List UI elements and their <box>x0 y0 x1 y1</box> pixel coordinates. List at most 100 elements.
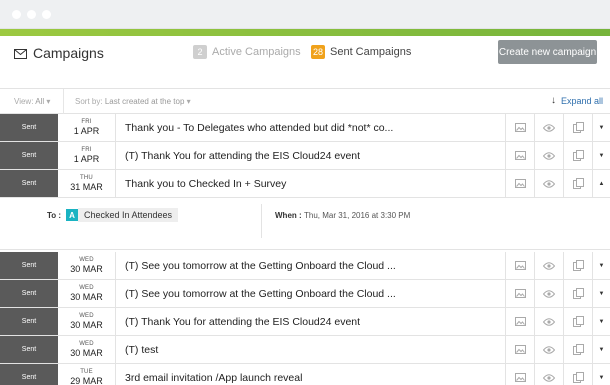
campaign-row[interactable]: Sent FRI 1 APR (T) Thank You for attendi… <box>0 142 610 170</box>
status-badge: Sent <box>0 170 58 197</box>
eye-icon <box>543 345 555 354</box>
view-button[interactable] <box>534 142 563 169</box>
day-month: 31 MAR <box>70 182 103 192</box>
view-button[interactable] <box>534 336 563 363</box>
day-of-week: WED <box>79 257 94 263</box>
campaign-name[interactable]: Thank you to Checked In + Survey <box>125 178 286 190</box>
preview-image-button[interactable] <box>505 170 534 197</box>
day-of-week: WED <box>79 341 94 347</box>
view-button[interactable] <box>534 308 563 335</box>
duplicate-button[interactable] <box>563 336 592 363</box>
sent-campaigns-tab[interactable]: 28 Sent Campaigns <box>311 45 411 59</box>
campaign-row[interactable]: Sent WED 30 MAR (T) Thank You for attend… <box>0 308 610 336</box>
view-button[interactable] <box>534 252 563 279</box>
copy-icon <box>572 178 584 189</box>
view-filter-prefix: View: <box>14 97 34 106</box>
campaign-detail-panel: To : A Checked In Attendees When : Thu, … <box>0 198 610 250</box>
campaign-date: WED 30 MAR <box>58 308 116 335</box>
create-campaign-button[interactable]: Create new campaign <box>498 40 597 64</box>
duplicate-button[interactable] <box>563 252 592 279</box>
campaign-row[interactable]: Sent FRI 1 APR Thank you - To Delegates … <box>0 114 610 142</box>
day-of-week: TUE <box>80 369 93 375</box>
preview-image-button[interactable] <box>505 252 534 279</box>
active-campaigns-label: Active Campaigns <box>212 46 301 58</box>
preview-image-button[interactable] <box>505 308 534 335</box>
duplicate-button[interactable] <box>563 142 592 169</box>
duplicate-button[interactable] <box>563 170 592 197</box>
campaign-name[interactable]: 3rd email invitation /App launch reveal <box>125 372 302 384</box>
day-month: 30 MAR <box>70 264 103 274</box>
campaign-date: THU 31 MAR <box>58 170 116 197</box>
duplicate-button[interactable] <box>563 308 592 335</box>
chevron-down-icon[interactable]: ▼ <box>592 308 610 335</box>
status-badge: Sent <box>0 280 58 307</box>
campaign-name[interactable]: (T) See you tomorrow at the Getting Onbo… <box>125 288 396 300</box>
campaign-row[interactable]: Sent WED 30 MAR (T) See you tomorrow at … <box>0 252 610 280</box>
campaign-name[interactable]: (T) Thank You for attending the EIS Clou… <box>125 150 360 162</box>
status-badge: Sent <box>0 142 58 169</box>
active-campaigns-tab[interactable]: 2 Active Campaigns <box>193 45 301 59</box>
campaign-row[interactable]: Sent WED 30 MAR (T) See you tomorrow at … <box>0 280 610 308</box>
view-button[interactable] <box>534 114 563 141</box>
chevron-down-icon[interactable]: ▼ <box>592 280 610 307</box>
day-month: 30 MAR <box>70 292 103 302</box>
window-close-dot[interactable] <box>12 10 21 19</box>
copy-icon <box>572 150 584 161</box>
expand-all-link[interactable]: ↓ Expand all <box>551 95 603 106</box>
when-value: Thu, Mar 31, 2016 at 3:30 PM <box>304 211 411 220</box>
campaign-date: TUE 29 MAR <box>58 364 116 385</box>
day-month: 30 MAR <box>70 320 103 330</box>
window-maximize-dot[interactable] <box>42 10 51 19</box>
preview-image-button[interactable] <box>505 364 534 385</box>
chevron-down-icon: ▾ <box>186 97 191 106</box>
sort-dropdown[interactable]: Sort by: Last created at the top ▾ <box>75 97 191 106</box>
view-button[interactable] <box>534 364 563 385</box>
day-month: 30 MAR <box>70 348 103 358</box>
chevron-down-icon[interactable]: ▼ <box>592 114 610 141</box>
preview-image-button[interactable] <box>505 142 534 169</box>
preview-image-button[interactable] <box>505 280 534 307</box>
recipient-list-badge: A <box>66 209 78 221</box>
preview-image-button[interactable] <box>505 336 534 363</box>
campaign-date: WED 30 MAR <box>58 280 116 307</box>
chevron-down-icon: ▾ <box>46 97 51 106</box>
day-month: 29 MAR <box>70 376 103 385</box>
chevron-up-icon[interactable]: ▲ <box>592 170 610 197</box>
sent-count-badge: 28 <box>311 45 325 59</box>
campaign-date: FRI 1 APR <box>58 114 116 141</box>
chevron-down-icon[interactable]: ▼ <box>592 142 610 169</box>
campaign-name[interactable]: Thank you - To Delegates who attended bu… <box>125 122 393 134</box>
status-badge: Sent <box>0 336 58 363</box>
duplicate-button[interactable] <box>563 280 592 307</box>
campaign-row[interactable]: Sent TUE 29 MAR 3rd email invitation /Ap… <box>0 364 610 385</box>
view-button[interactable] <box>534 170 563 197</box>
campaign-name[interactable]: (T) Thank You for attending the EIS Clou… <box>125 316 360 328</box>
day-of-week: WED <box>79 285 94 291</box>
page-header: Campaigns 2 Active Campaigns 28 Sent Cam… <box>0 36 610 89</box>
duplicate-button[interactable] <box>563 114 592 141</box>
copy-icon <box>572 288 584 299</box>
copy-icon <box>572 122 584 133</box>
chevron-down-icon[interactable]: ▼ <box>592 364 610 385</box>
campaign-date: WED 30 MAR <box>58 336 116 363</box>
preview-image-button[interactable] <box>505 114 534 141</box>
chevron-down-icon[interactable]: ▼ <box>592 252 610 279</box>
campaign-row-expanded[interactable]: Sent THU 31 MAR Thank you to Checked In … <box>0 170 610 198</box>
duplicate-button[interactable] <box>563 364 592 385</box>
status-badge: Sent <box>0 308 58 335</box>
chevron-down-icon[interactable]: ▼ <box>592 336 610 363</box>
image-icon <box>514 289 526 298</box>
sort-value: Last created at the top <box>104 97 185 106</box>
recipient-list-name[interactable]: Checked In Attendees <box>78 208 179 222</box>
view-filter-value: All <box>35 97 45 106</box>
view-filter-dropdown[interactable]: View: All ▾ <box>14 97 50 106</box>
view-button[interactable] <box>534 280 563 307</box>
campaign-row[interactable]: Sent WED 30 MAR (T) test ▼ <box>0 336 610 364</box>
day-of-week: THU <box>80 175 93 181</box>
window-minimize-dot[interactable] <box>27 10 36 19</box>
copy-icon <box>572 344 584 355</box>
sort-prefix: Sort by: <box>75 97 103 106</box>
when-label: When : <box>275 211 302 220</box>
campaign-name[interactable]: (T) See you tomorrow at the Getting Onbo… <box>125 260 396 272</box>
campaign-name[interactable]: (T) test <box>125 344 158 356</box>
